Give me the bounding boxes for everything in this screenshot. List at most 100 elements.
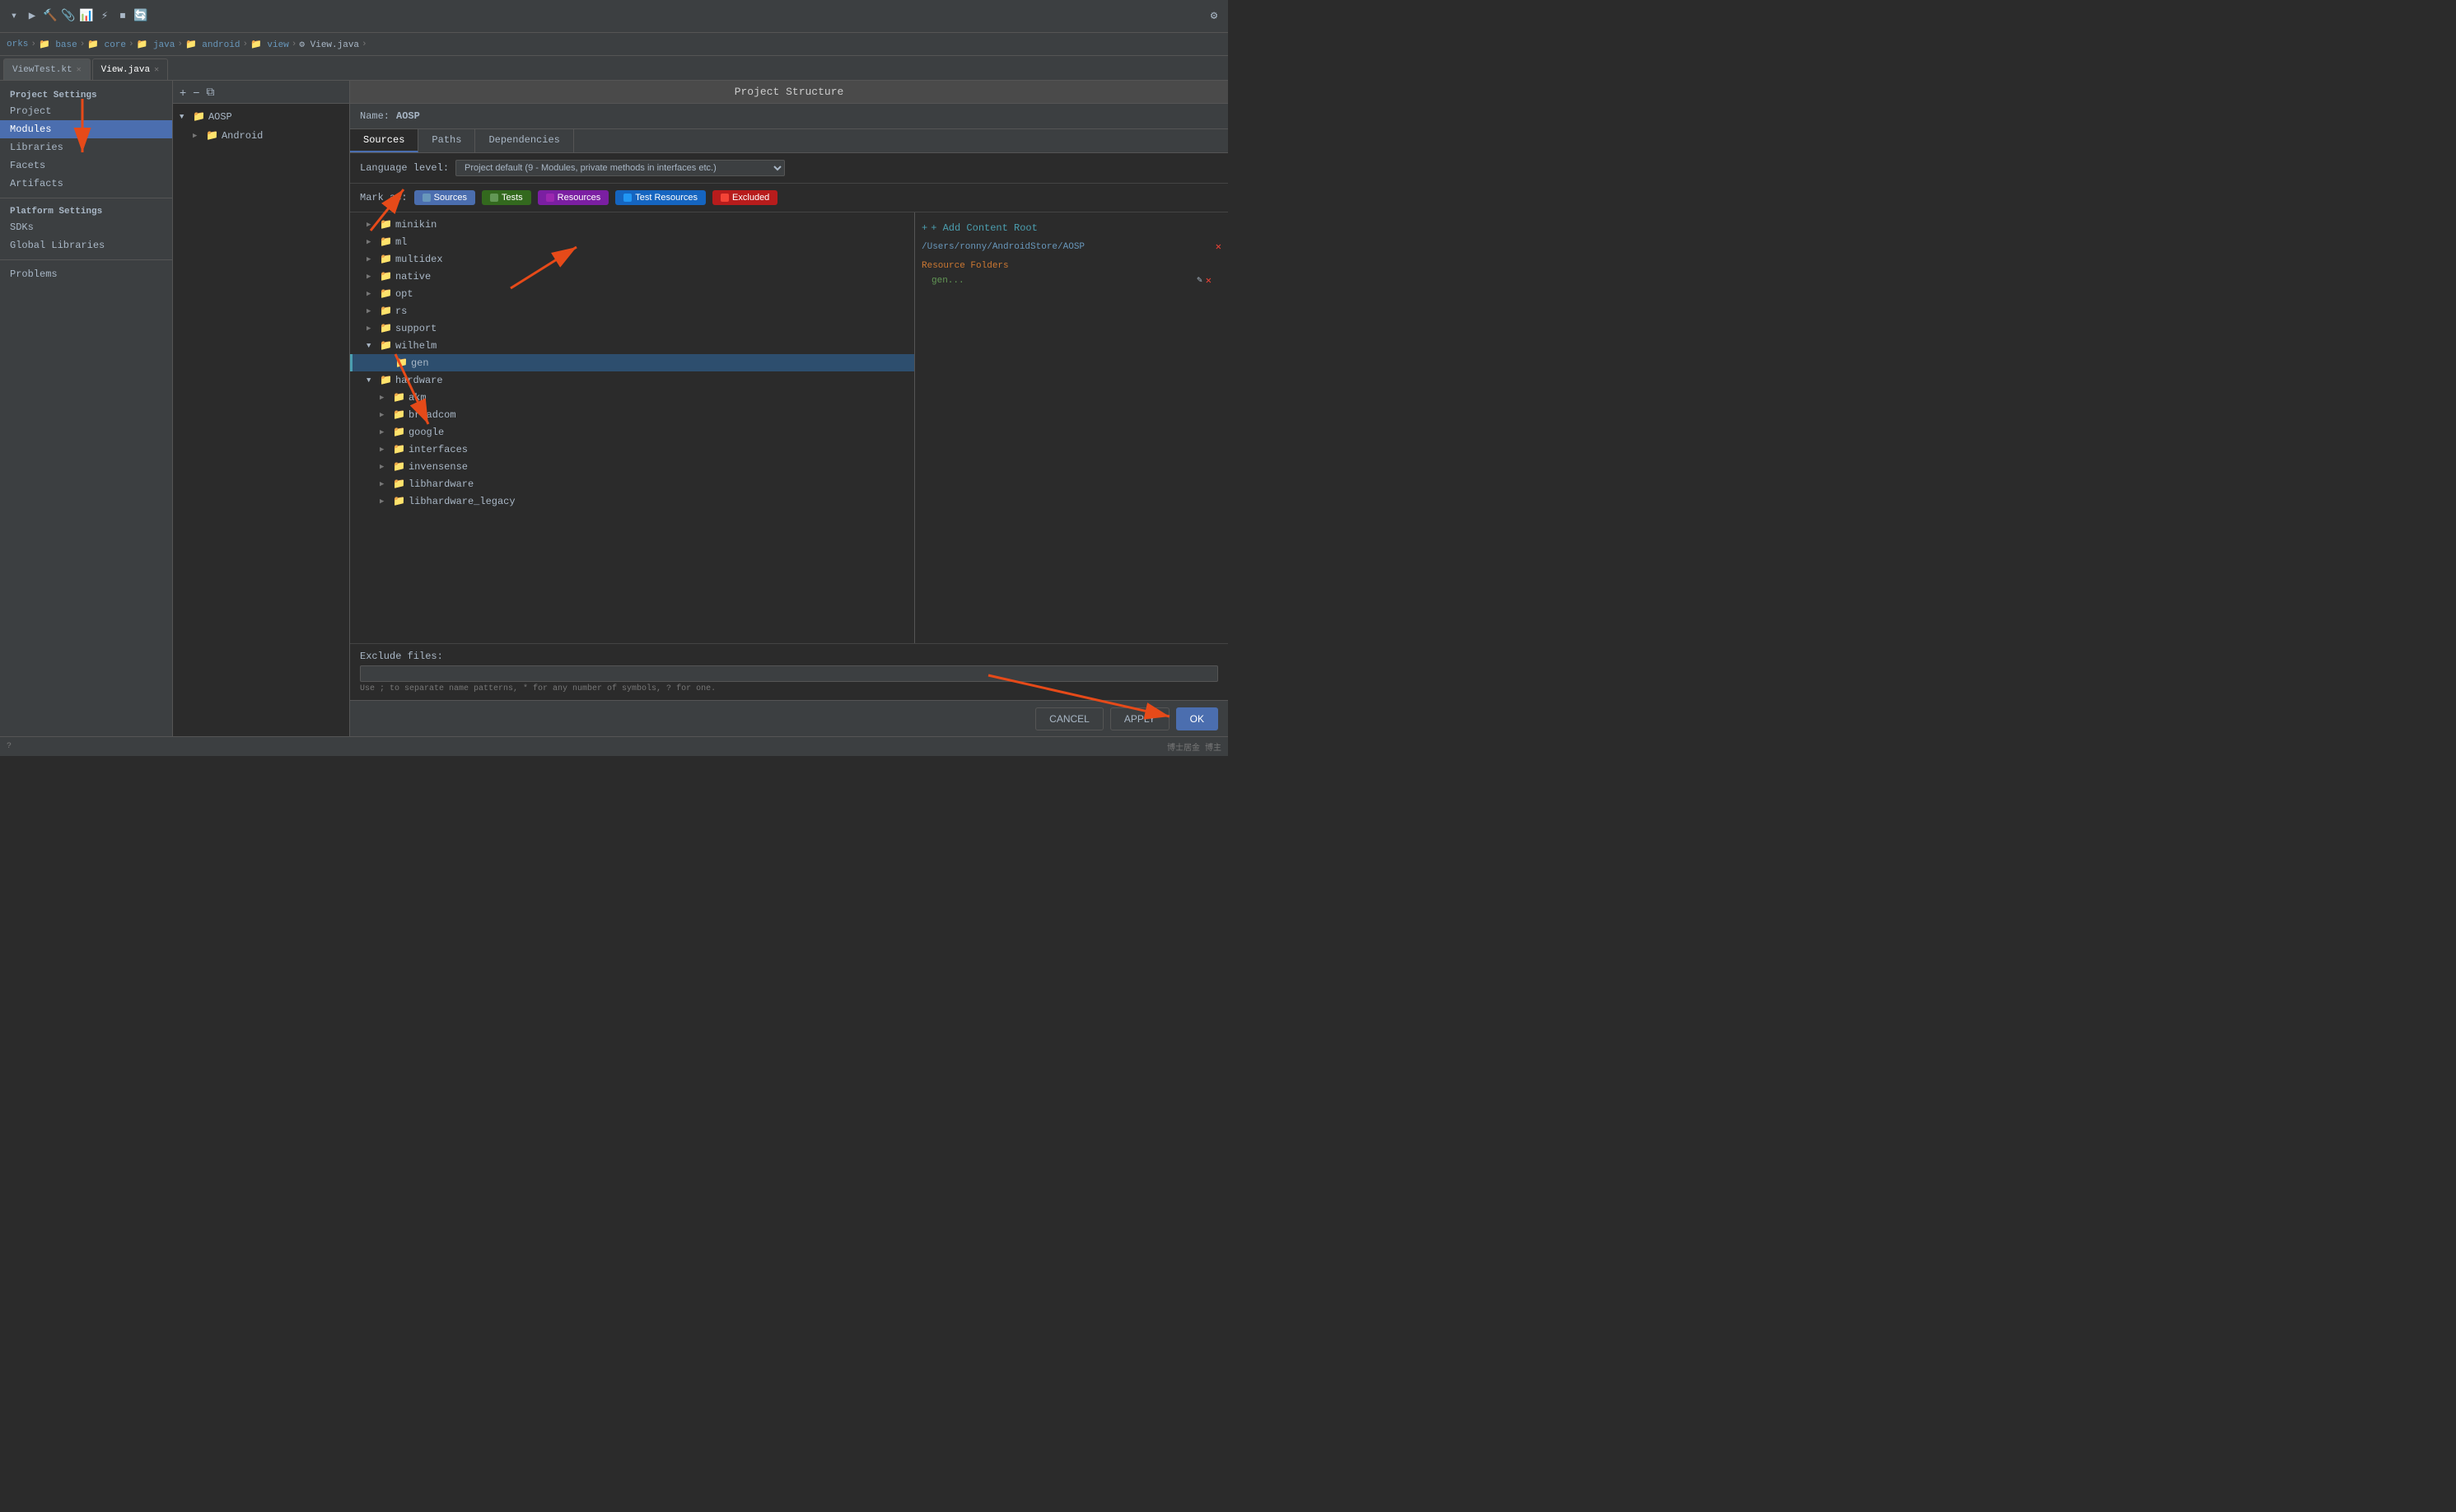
breadcrumb-item[interactable]: orks: [7, 40, 28, 49]
tab-paths[interactable]: Paths: [418, 129, 475, 152]
breadcrumb-item[interactable]: ⚙ View.java: [299, 39, 359, 50]
exclude-input[interactable]: [360, 665, 1218, 682]
expand-icon: ▶: [380, 446, 390, 454]
build-icon[interactable]: 🔨: [43, 9, 58, 24]
tree-item-interfaces[interactable]: ▶ 📁 interfaces: [350, 441, 914, 458]
expand-icon: ▶: [380, 463, 390, 471]
tree-item-broadcom[interactable]: ▶ 📁 broadcom: [350, 406, 914, 423]
lang-level-select[interactable]: Project default (9 - Modules, private me…: [455, 160, 785, 176]
folder-icon: 📁: [393, 408, 405, 421]
sidebar-item-libraries[interactable]: Libraries: [0, 138, 172, 156]
exclude-label: Exclude files:: [360, 651, 1218, 662]
sidebar-item-global-libraries[interactable]: Global Libraries: [0, 236, 172, 254]
edit-resource-button[interactable]: ✎: [1197, 274, 1202, 287]
expand-icon: ▶: [367, 307, 376, 315]
tab-sources[interactable]: Sources: [350, 129, 418, 152]
name-label: Name:: [360, 110, 390, 122]
module-item-aosp[interactable]: ▼ 📁 AOSP: [173, 107, 349, 126]
coverage-icon[interactable]: 📊: [79, 9, 94, 24]
tree-item-libhardware-legacy[interactable]: ▶ 📁 libhardware_legacy: [350, 492, 914, 510]
mark-tests-button[interactable]: Tests: [482, 190, 531, 205]
sidebar-item-artifacts[interactable]: Artifacts: [0, 175, 172, 193]
toolbar-dropdown[interactable]: ▾: [7, 9, 21, 24]
remove-module-button[interactable]: −: [191, 86, 201, 99]
resource-folders-label: Resource Folders: [922, 256, 1221, 273]
apply-button[interactable]: APPLY: [1110, 707, 1170, 730]
breadcrumb: orks › 📁 base › 📁 core › 📁 java › 📁 andr…: [0, 33, 1228, 56]
run-icon[interactable]: ▶: [25, 9, 40, 24]
close-icon[interactable]: ✕: [154, 65, 159, 75]
sidebar-item-facets[interactable]: Facets: [0, 156, 172, 175]
tree-item-opt[interactable]: ▶ 📁 opt: [350, 285, 914, 302]
tree-item-wilhelm[interactable]: ▼ 📁 wilhelm: [350, 337, 914, 354]
attach-icon[interactable]: 📎: [61, 9, 76, 24]
mark-excluded-button[interactable]: Excluded: [712, 190, 777, 205]
expand-icon: ▶: [367, 273, 376, 281]
tree-item-rs[interactable]: ▶ 📁 rs: [350, 302, 914, 320]
breadcrumb-item[interactable]: 📁 view: [250, 39, 289, 50]
sidebar-item-sdks[interactable]: SDKs: [0, 218, 172, 236]
tab-viewtest[interactable]: ViewTest.kt ✕: [3, 58, 91, 80]
tree-item-google[interactable]: ▶ 📁 google: [350, 423, 914, 441]
mark-test-resources-button[interactable]: Test Resources: [615, 190, 706, 205]
tree-item-native[interactable]: ▶ 📁 native: [350, 268, 914, 285]
sync-icon[interactable]: 🔄: [133, 9, 148, 24]
path-text: /Users/ronny/AndroidStore/AOSP: [922, 242, 1085, 252]
folder-icon: 📁: [393, 426, 405, 438]
tree-item-support[interactable]: ▶ 📁 support: [350, 320, 914, 337]
tree-label: akm: [409, 392, 427, 404]
close-icon[interactable]: ✕: [77, 65, 82, 75]
tree-item-hardware[interactable]: ▼ 📁 hardware: [350, 371, 914, 389]
mark-resources-button[interactable]: Resources: [538, 190, 609, 205]
expand-icon: ▶: [380, 497, 390, 506]
tree-item-ml[interactable]: ▶ 📁 ml: [350, 233, 914, 250]
tree-item-libhardware[interactable]: ▶ 📁 libhardware: [350, 475, 914, 492]
module-item-android[interactable]: ▶ 📁 Android: [173, 126, 349, 145]
folder-icon: 📁: [193, 110, 205, 123]
sidebar-item-modules[interactable]: Modules: [0, 120, 172, 138]
folder-icon: 📁: [380, 305, 392, 317]
expand-icon: ▼: [367, 376, 376, 385]
breadcrumb-item[interactable]: 📁 java: [137, 39, 175, 50]
folder-icon: 📁: [380, 322, 392, 334]
tab-viewjava[interactable]: View.java ✕: [92, 58, 168, 80]
sidebar-item-problems[interactable]: Problems: [0, 265, 172, 283]
tree-item-minikin[interactable]: ▶ 📁 minikin: [350, 216, 914, 233]
close-path-button[interactable]: ✕: [1216, 240, 1221, 253]
expand-icon: ▶: [367, 238, 376, 246]
ok-button[interactable]: OK: [1176, 707, 1218, 730]
exclude-section: Exclude files: Use ; to separate name pa…: [350, 643, 1228, 700]
add-module-button[interactable]: +: [178, 86, 188, 99]
settings-icon[interactable]: ⚙: [1207, 9, 1221, 24]
tree-label: wilhelm: [395, 340, 437, 352]
tree-item-gen[interactable]: 📁 gen: [350, 354, 914, 371]
dialog-content: Project Structure Name: AOSP Sources Pat…: [350, 81, 1228, 736]
tree-label: libhardware_legacy: [409, 496, 516, 507]
tree-label: broadcom: [409, 409, 456, 421]
dialog-name-row: Name: AOSP: [350, 104, 1228, 129]
tree-item-invensense[interactable]: ▶ 📁 invensense: [350, 458, 914, 475]
sidebar-item-project[interactable]: Project: [0, 102, 172, 120]
tree-label: gen: [411, 357, 429, 369]
tree-item-akm[interactable]: ▶ 📁 akm: [350, 389, 914, 406]
module-toolbar: + − ⧉: [173, 81, 349, 104]
add-content-root-button[interactable]: + + Add Content Root: [922, 219, 1221, 237]
mark-sources-button[interactable]: Sources: [414, 190, 475, 205]
close-resource-button[interactable]: ✕: [1206, 274, 1212, 287]
profile-icon[interactable]: ⚡: [97, 9, 112, 24]
tree-item-multidex[interactable]: ▶ 📁 multidex: [350, 250, 914, 268]
copy-module-button[interactable]: ⧉: [204, 85, 216, 99]
folder-icon: 📁: [380, 218, 392, 231]
stop-icon[interactable]: ⏹: [115, 9, 130, 24]
lang-level-row: Language level: Project default (9 - Mod…: [350, 153, 1228, 184]
add-content-root-label: + Add Content Root: [931, 222, 1038, 234]
breadcrumb-item[interactable]: 📁 base: [39, 39, 77, 50]
project-settings-label: Project Settings: [0, 87, 172, 102]
tab-dependencies[interactable]: Dependencies: [475, 129, 573, 152]
tree-label: google: [409, 427, 444, 438]
breadcrumb-item[interactable]: 📁 core: [87, 39, 126, 50]
expand-icon: ▶: [367, 290, 376, 298]
help-icon[interactable]: ?: [7, 742, 12, 751]
breadcrumb-item[interactable]: 📁 android: [185, 39, 240, 50]
cancel-button[interactable]: CANCEL: [1035, 707, 1104, 730]
